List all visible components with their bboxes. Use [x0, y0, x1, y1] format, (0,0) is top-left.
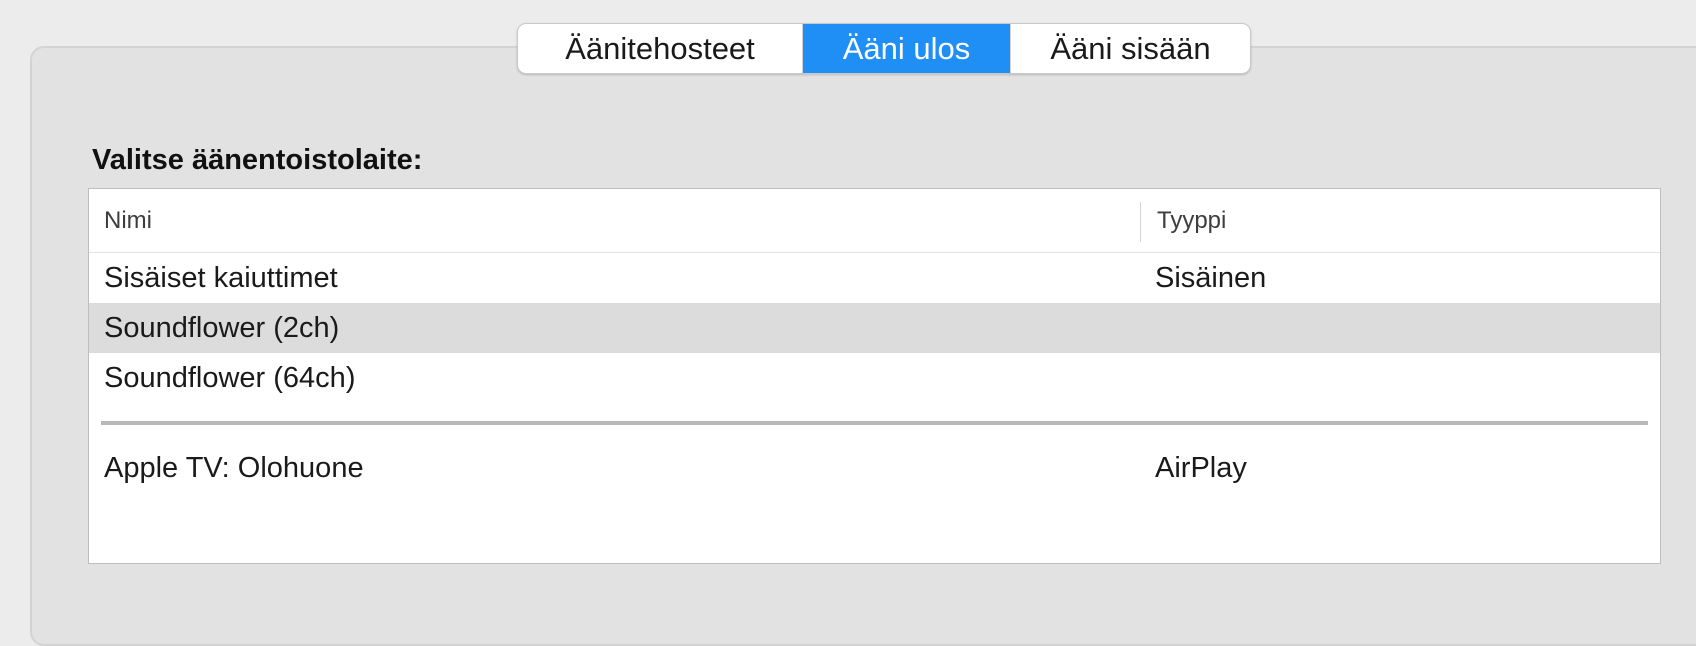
tab-sound-effects[interactable]: Äänitehosteet — [518, 24, 803, 73]
tab-output[interactable]: Ääni ulos — [803, 24, 1010, 73]
device-name: Soundflower (64ch) — [104, 362, 356, 394]
table-row[interactable]: Soundflower (64ch) — [89, 353, 1660, 403]
list-separator — [101, 421, 1648, 425]
column-header-name[interactable]: Nimi — [104, 189, 152, 252]
column-header-type[interactable]: Tyyppi — [1157, 189, 1226, 252]
section-heading: Valitse äänentoistolaite: — [92, 144, 423, 176]
output-device-table[interactable]: Nimi Tyyppi Sisäiset kaiuttimet Sisäinen… — [88, 188, 1661, 564]
tab-input[interactable]: Ääni sisään — [1010, 24, 1250, 73]
table-row-selected[interactable]: Soundflower (2ch) — [89, 303, 1660, 353]
tab-bar: Äänitehosteet Ääni ulos Ääni sisään — [517, 23, 1251, 74]
table-header: Nimi Tyyppi — [89, 189, 1660, 253]
table-row[interactable]: Sisäiset kaiuttimet Sisäinen — [89, 253, 1660, 303]
device-type: AirPlay — [1155, 452, 1247, 484]
device-type: Sisäinen — [1155, 262, 1267, 294]
table-row[interactable]: Apple TV: Olohuone AirPlay — [89, 443, 1660, 493]
column-divider[interactable] — [1140, 202, 1141, 242]
device-name: Apple TV: Olohuone — [104, 452, 364, 484]
device-name: Soundflower (2ch) — [104, 312, 340, 344]
device-name: Sisäiset kaiuttimet — [104, 262, 338, 294]
